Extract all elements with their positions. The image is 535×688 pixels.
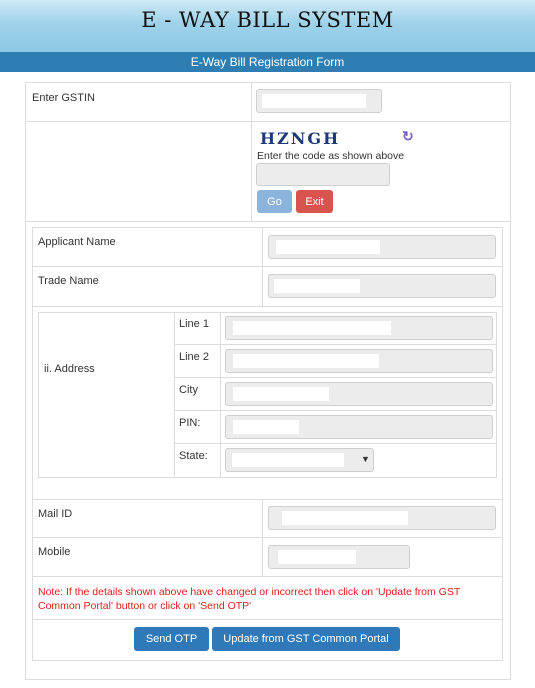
row-divider: [175, 377, 496, 378]
exit-button[interactable]: Exit: [296, 190, 333, 213]
gstin-redaction: [262, 94, 366, 108]
details-divider: [262, 500, 263, 576]
line2-redaction: [233, 354, 379, 368]
line2-label: Line 2: [179, 351, 209, 363]
mobile-redaction: [278, 550, 356, 564]
captcha-instruction: Enter the code as shown above: [257, 150, 405, 162]
captcha-image: HZNGH: [260, 129, 341, 148]
app-title: E - WAY BILL SYSTEM: [141, 8, 394, 32]
row-divider: [175, 443, 496, 444]
address-divider: [220, 313, 221, 477]
line1-redaction: [233, 321, 391, 335]
row-divider: [33, 266, 502, 267]
go-button[interactable]: Go: [257, 190, 292, 213]
trade-name-redaction: [274, 279, 360, 293]
row-divider: [33, 576, 502, 577]
applicant-name-label: Applicant Name: [38, 236, 116, 248]
state-redaction: [232, 453, 344, 467]
mail-id-redaction: [282, 511, 408, 525]
mail-id-label: Mail ID: [38, 508, 73, 520]
row-divider: [175, 344, 496, 345]
pin-label: PIN:: [179, 417, 201, 429]
gstin-label: Enter GSTIN: [32, 92, 95, 104]
form-title-bar: E-Way Bill Registration Form: [0, 52, 535, 72]
address-divider: [174, 313, 175, 477]
row-divider: [33, 306, 502, 307]
row-divider: [26, 221, 510, 222]
captcha-input[interactable]: [256, 163, 390, 186]
row-divider: [33, 537, 502, 538]
note-text: Note: If the details shown above have ch…: [38, 586, 461, 612]
trade-name-label: Trade Name: [38, 275, 99, 287]
gstin-divider: [251, 83, 252, 221]
update-from-portal-button[interactable]: Update from GST Common Portal: [212, 627, 400, 651]
row-divider: [33, 619, 502, 620]
line1-label: Line 1: [179, 318, 209, 330]
address-label: ii. Address: [44, 363, 95, 375]
chevron-down-icon[interactable]: ▼: [361, 454, 370, 464]
city-redaction: [233, 387, 329, 401]
row-divider: [175, 410, 496, 411]
send-otp-button[interactable]: Send OTP: [134, 627, 209, 651]
pin-redaction: [233, 420, 299, 434]
city-label: City: [179, 384, 198, 396]
row-divider: [26, 121, 510, 122]
applicant-name-redaction: [276, 240, 380, 254]
refresh-icon[interactable]: ↻: [402, 128, 414, 145]
mobile-label: Mobile: [38, 546, 71, 558]
row-divider: [33, 499, 502, 500]
details-divider: [262, 228, 263, 306]
state-label: State:: [179, 450, 208, 462]
